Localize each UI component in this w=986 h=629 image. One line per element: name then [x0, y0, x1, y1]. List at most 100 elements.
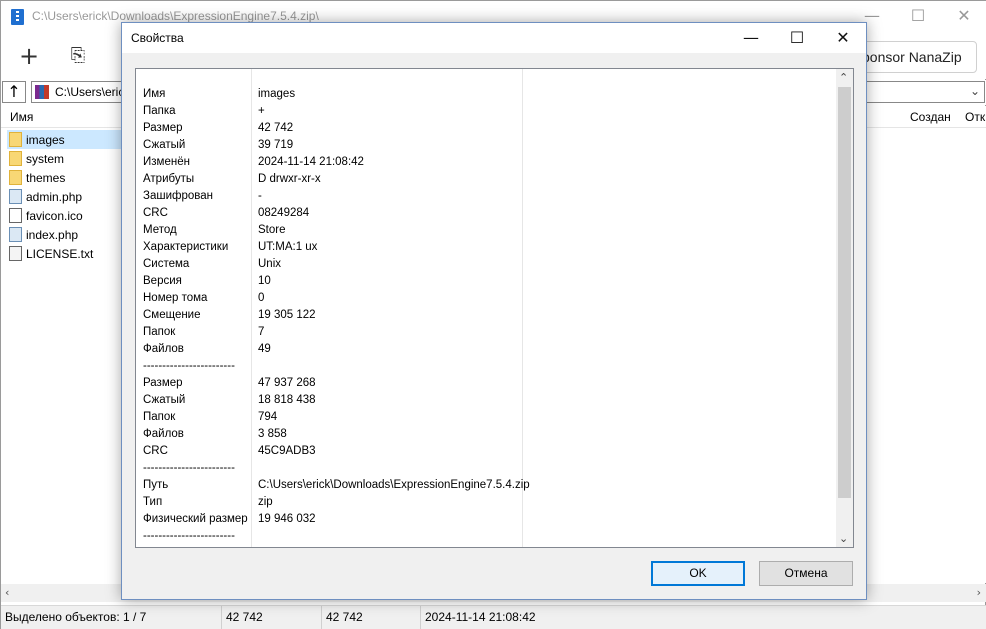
maximize-icon[interactable]: ☐ [895, 1, 941, 33]
property-value: UT:MA:1 ux [258, 241, 318, 253]
zip-app-icon [11, 9, 24, 25]
property-row[interactable]: Сжатый 18 818 438 [136, 392, 836, 409]
property-row[interactable]: Путь C:\Users\erick\Downloads\ExpressionE… [136, 477, 836, 494]
file-name: images [26, 133, 65, 147]
property-row[interactable]: Тип zip [136, 494, 836, 511]
property-name: Метод [143, 224, 177, 236]
property-row[interactable]: ------------------------ [136, 358, 836, 375]
archive-icon [35, 85, 49, 99]
property-name: Зашифрован [143, 190, 213, 202]
property-row[interactable]: Файлов 49 [136, 341, 836, 358]
file-name: admin.php [26, 190, 83, 204]
property-row[interactable]: Физический размер 19 946 032 [136, 511, 836, 528]
property-value: 19 946 032 [258, 513, 316, 525]
property-row[interactable]: Система Unix [136, 256, 836, 273]
property-value: 47 937 268 [258, 377, 316, 389]
property-row[interactable]: Имя images [136, 86, 836, 103]
close-icon[interactable]: ✕ [820, 23, 866, 53]
scroll-down-icon[interactable]: ⌄ [839, 532, 848, 545]
property-row[interactable]: ------------------------ [136, 528, 836, 545]
property-row[interactable]: CRC 45C9ADB3 [136, 443, 836, 460]
property-row[interactable]: Папок 7 [136, 324, 836, 341]
property-name: Версия [143, 275, 182, 287]
property-row[interactable]: Сжатый 39 719 [136, 137, 836, 154]
main-window-title: C:\Users\erick\Downloads\ExpressionEngin… [32, 9, 319, 23]
file-name: themes [26, 171, 66, 185]
file-icon [9, 208, 22, 223]
property-row[interactable]: CRC 08249284 [136, 205, 836, 222]
status-size: 42 742 [222, 606, 322, 629]
list-item[interactable]: images [7, 130, 125, 149]
text-file-icon [9, 246, 22, 261]
property-name: Изменён [143, 156, 190, 168]
property-value: 7 [258, 326, 265, 338]
column-name[interactable]: Имя [10, 110, 33, 124]
property-value: Store [258, 224, 286, 236]
chevron-down-icon[interactable]: ⌄ [970, 84, 980, 98]
property-row[interactable]: Версия 10 [136, 273, 836, 290]
property-name: Размер [143, 122, 183, 134]
list-item[interactable]: themes [7, 168, 125, 187]
property-row[interactable]: Папка + [136, 103, 836, 120]
properties-dialog: Свойства — ☐ ✕ Имя images Папка + Размер 42 7… [121, 22, 867, 600]
minimize-icon[interactable]: — [728, 23, 774, 53]
scroll-up-icon[interactable]: ⌃ [839, 71, 848, 84]
property-name: ------------------------ [143, 462, 235, 474]
folder-icon [9, 132, 22, 147]
property-row[interactable]: Атрибуты D drwxr-xr-x [136, 171, 836, 188]
property-row[interactable]: Размер 42 742 [136, 120, 836, 137]
list-item[interactable]: LICENSE.txt [7, 244, 125, 263]
ok-button[interactable]: OK [651, 561, 745, 586]
column-opened[interactable]: Отк [965, 110, 985, 124]
property-row[interactable]: ------------------------ [136, 460, 836, 477]
property-name: CRC [143, 445, 168, 457]
list-item[interactable]: admin.php [7, 187, 125, 206]
property-row[interactable] [136, 69, 836, 86]
property-row[interactable]: Зашифрован - [136, 188, 836, 205]
property-name: Имя [143, 88, 166, 100]
property-name: Атрибуты [143, 173, 195, 185]
status-packed: 42 742 [322, 606, 421, 629]
property-value: D drwxr-xr-x [258, 173, 321, 185]
property-name: ------------------------ [143, 530, 235, 542]
list-item[interactable]: system [7, 149, 125, 168]
property-row[interactable]: Изменён 2024-11-14 21:08:42 [136, 154, 836, 171]
property-value: 49 [258, 343, 271, 355]
property-name: ------------------------ [143, 360, 235, 372]
property-value: 45C9ADB3 [258, 445, 316, 457]
cancel-button[interactable]: Отмена [759, 561, 853, 586]
property-name: Файлов [143, 428, 184, 440]
property-name: Тип [143, 496, 163, 508]
path-text: C:\Users\eric [55, 85, 125, 99]
up-arrow-icon[interactable]: ↑ [2, 81, 26, 103]
property-name: CRC [143, 207, 168, 219]
close-icon[interactable]: ✕ [941, 1, 986, 33]
property-row[interactable]: Метод Store [136, 222, 836, 239]
properties-list[interactable]: Имя images Папка + Размер 42 742 Сжатый 39 719 И… [135, 68, 854, 548]
list-item[interactable]: favicon.ico [7, 206, 125, 225]
column-created[interactable]: Создан [910, 110, 951, 124]
property-value: images [258, 88, 296, 100]
property-row[interactable]: Номер тома 0 [136, 290, 836, 307]
property-name: Характеристики [143, 241, 229, 253]
property-value: C:\Users\erick\Downloads\ExpressionEngin… [258, 479, 530, 491]
maximize-icon[interactable]: ☐ [774, 23, 820, 53]
property-row[interactable]: Смещение 19 305 122 [136, 307, 836, 324]
property-row[interactable]: Размер 47 937 268 [136, 375, 836, 392]
property-row[interactable]: Файлов 3 858 [136, 426, 836, 443]
scroll-left-icon[interactable]: ‹ [5, 586, 9, 599]
sponsor-button[interactable]: ponsor NanaZip [849, 41, 977, 73]
property-row[interactable]: Характеристики UT:MA:1 ux [136, 239, 836, 256]
property-row[interactable]: Папок 794 [136, 409, 836, 426]
folder-icon [9, 151, 22, 166]
scrollbar-thumb[interactable] [838, 87, 851, 498]
plus-icon[interactable]: + [9, 39, 49, 73]
vertical-scrollbar[interactable]: ⌃ ⌄ [836, 69, 853, 547]
scroll-right-icon[interactable]: › [977, 586, 981, 599]
list-item[interactable]: index.php [7, 225, 125, 244]
property-name: Система [143, 258, 190, 270]
extract-icon[interactable]: ⎘ [58, 39, 98, 73]
status-bar: Выделено объектов: 1 / 7 42 742 42 742 2… [1, 605, 986, 629]
property-value: 794 [258, 411, 278, 423]
property-name: Папка [143, 105, 176, 117]
